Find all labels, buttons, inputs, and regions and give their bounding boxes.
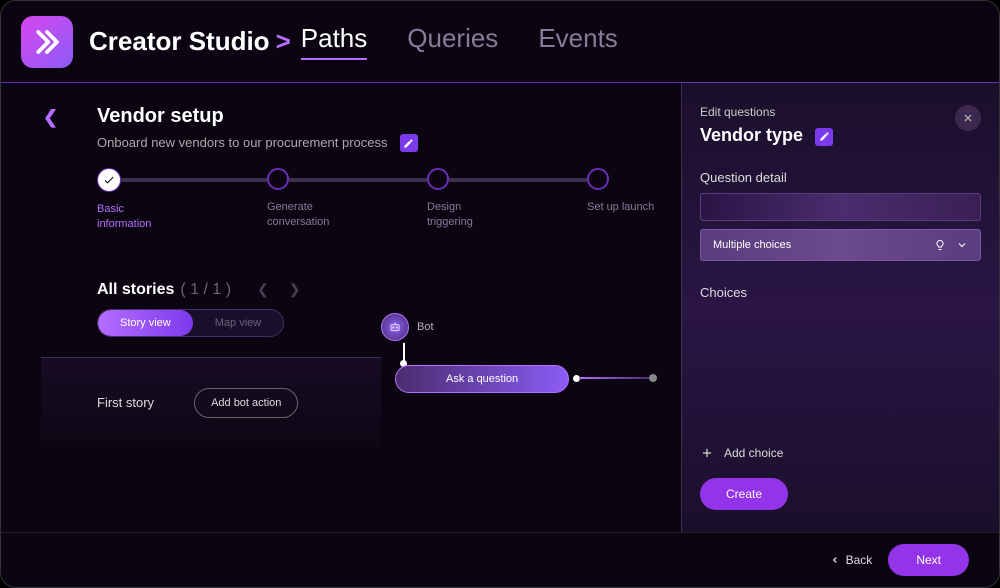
story-view-button[interactable]: Story view [98,310,193,336]
app-title: Creator Studio [89,26,270,57]
add-bot-action-button[interactable]: Add bot action [194,388,298,418]
question-detail-label: Question detail [700,170,981,185]
edit-title-button[interactable] [815,128,833,146]
question-type-select[interactable]: Multiple choices [700,229,981,261]
stories-prev-icon[interactable]: ❮ [257,281,269,298]
stories-title: All stories [97,281,174,299]
page-description: Onboard new vendors to our procurement p… [97,135,388,150]
bot-node[interactable]: Bot [381,313,681,341]
ask-question-node[interactable]: Ask a question [395,365,569,393]
close-icon [962,112,974,124]
app-logo [21,16,73,68]
map-view-button[interactable]: Map view [193,310,283,336]
step-setup-launch[interactable]: Set up launch [587,168,654,214]
logo-icon [32,27,62,57]
page-title: Vendor setup [97,105,681,128]
left-panel: ❮ Vendor setup Onboard new vendors to ou… [1,83,681,532]
edit-description-button[interactable] [400,134,418,152]
stories-count: ( 1 / 1 ) [180,281,231,299]
view-toggle: Story view Map view [97,309,284,337]
add-choice-button[interactable]: Add choice [700,446,981,460]
next-button[interactable]: Next [888,544,969,576]
story-card: First story Add bot action [41,357,381,448]
step-basic-info[interactable]: Basic information [97,168,267,231]
create-button[interactable]: Create [700,478,788,510]
close-panel-button[interactable] [955,105,981,131]
choices-label: Choices [700,285,981,300]
header-tabs: Paths Queries Events [301,23,618,60]
pencil-icon [819,131,830,142]
chevron-left-icon [830,555,840,565]
select-value: Multiple choices [713,239,791,251]
lightbulb-icon [934,239,946,251]
check-icon [103,174,115,186]
edit-panel: Edit questions Vendor type Question deta… [681,83,999,532]
progress-steps: Basic information Generate conversation … [97,168,681,231]
footer: Back Next [1,532,999,587]
stories-next-icon[interactable]: ❯ [289,281,301,298]
tab-events[interactable]: Events [538,23,618,60]
tab-paths[interactable]: Paths [301,23,368,60]
back-button[interactable]: Back [830,553,873,567]
flow-canvas: Bot Ask a question [381,313,681,513]
chevron-down-icon [956,239,968,251]
question-detail-input[interactable] [700,193,981,221]
back-chevron-icon[interactable]: ❮ [43,107,58,128]
connector-end-dot[interactable] [649,374,657,382]
bot-label: Bot [417,321,434,333]
step-design-triggering[interactable]: Design triggering [427,168,587,229]
tab-queries[interactable]: Queries [407,23,498,60]
app-header: Creator Studio > Paths Queries Events [1,1,999,83]
bot-icon [388,320,402,334]
panel-subtitle: Edit questions [700,105,833,119]
story-name: First story [97,395,154,410]
connector-line [579,377,649,379]
pencil-icon [403,138,414,149]
panel-title: Vendor type [700,125,803,146]
breadcrumb-separator: > [276,26,291,57]
step-generate-conversation[interactable]: Generate conversation [267,168,427,229]
plus-icon [700,446,714,460]
choices-area [700,308,981,426]
